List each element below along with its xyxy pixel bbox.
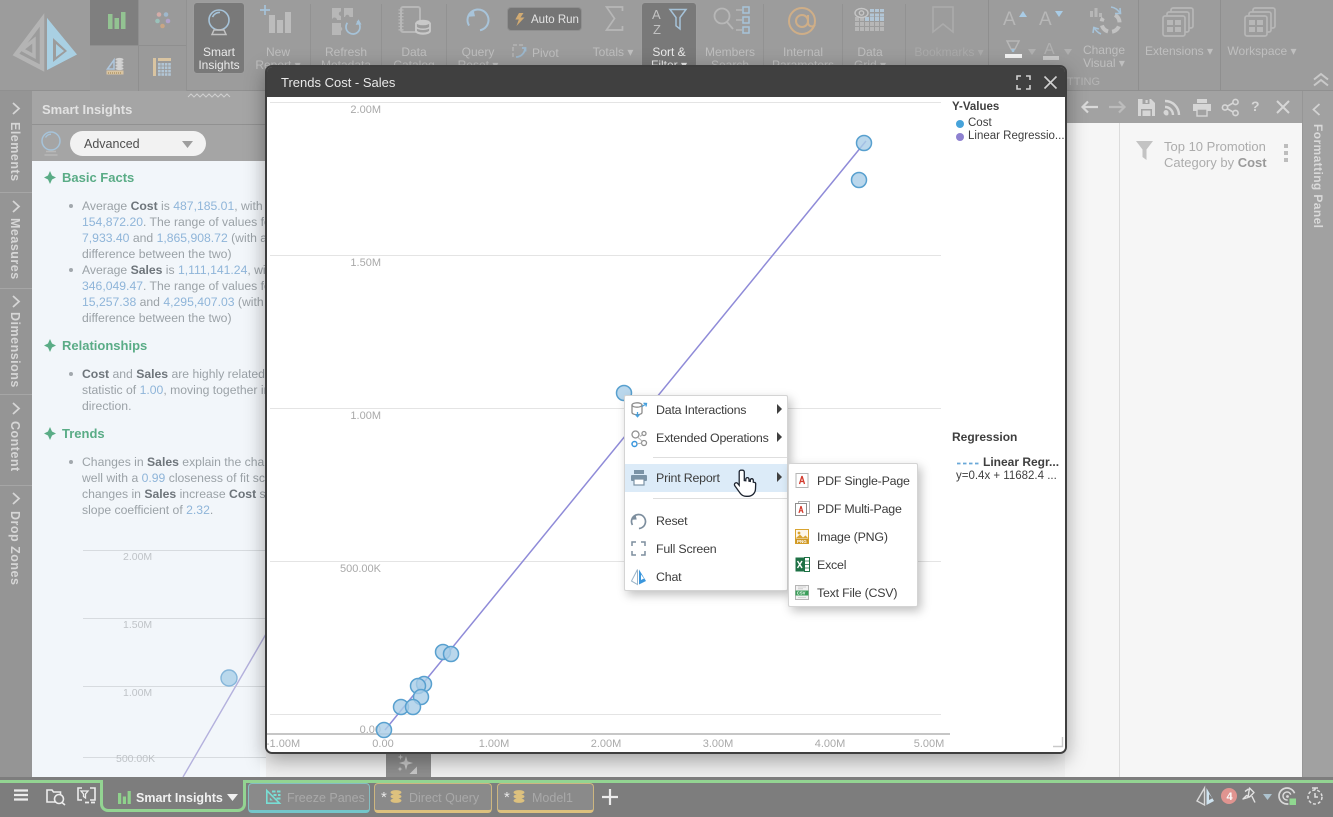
svg-text:CSV: CSV (797, 591, 806, 596)
svg-text:A: A (652, 7, 661, 22)
svg-text:Z: Z (653, 22, 661, 37)
svg-text:PNG: PNG (797, 539, 807, 544)
